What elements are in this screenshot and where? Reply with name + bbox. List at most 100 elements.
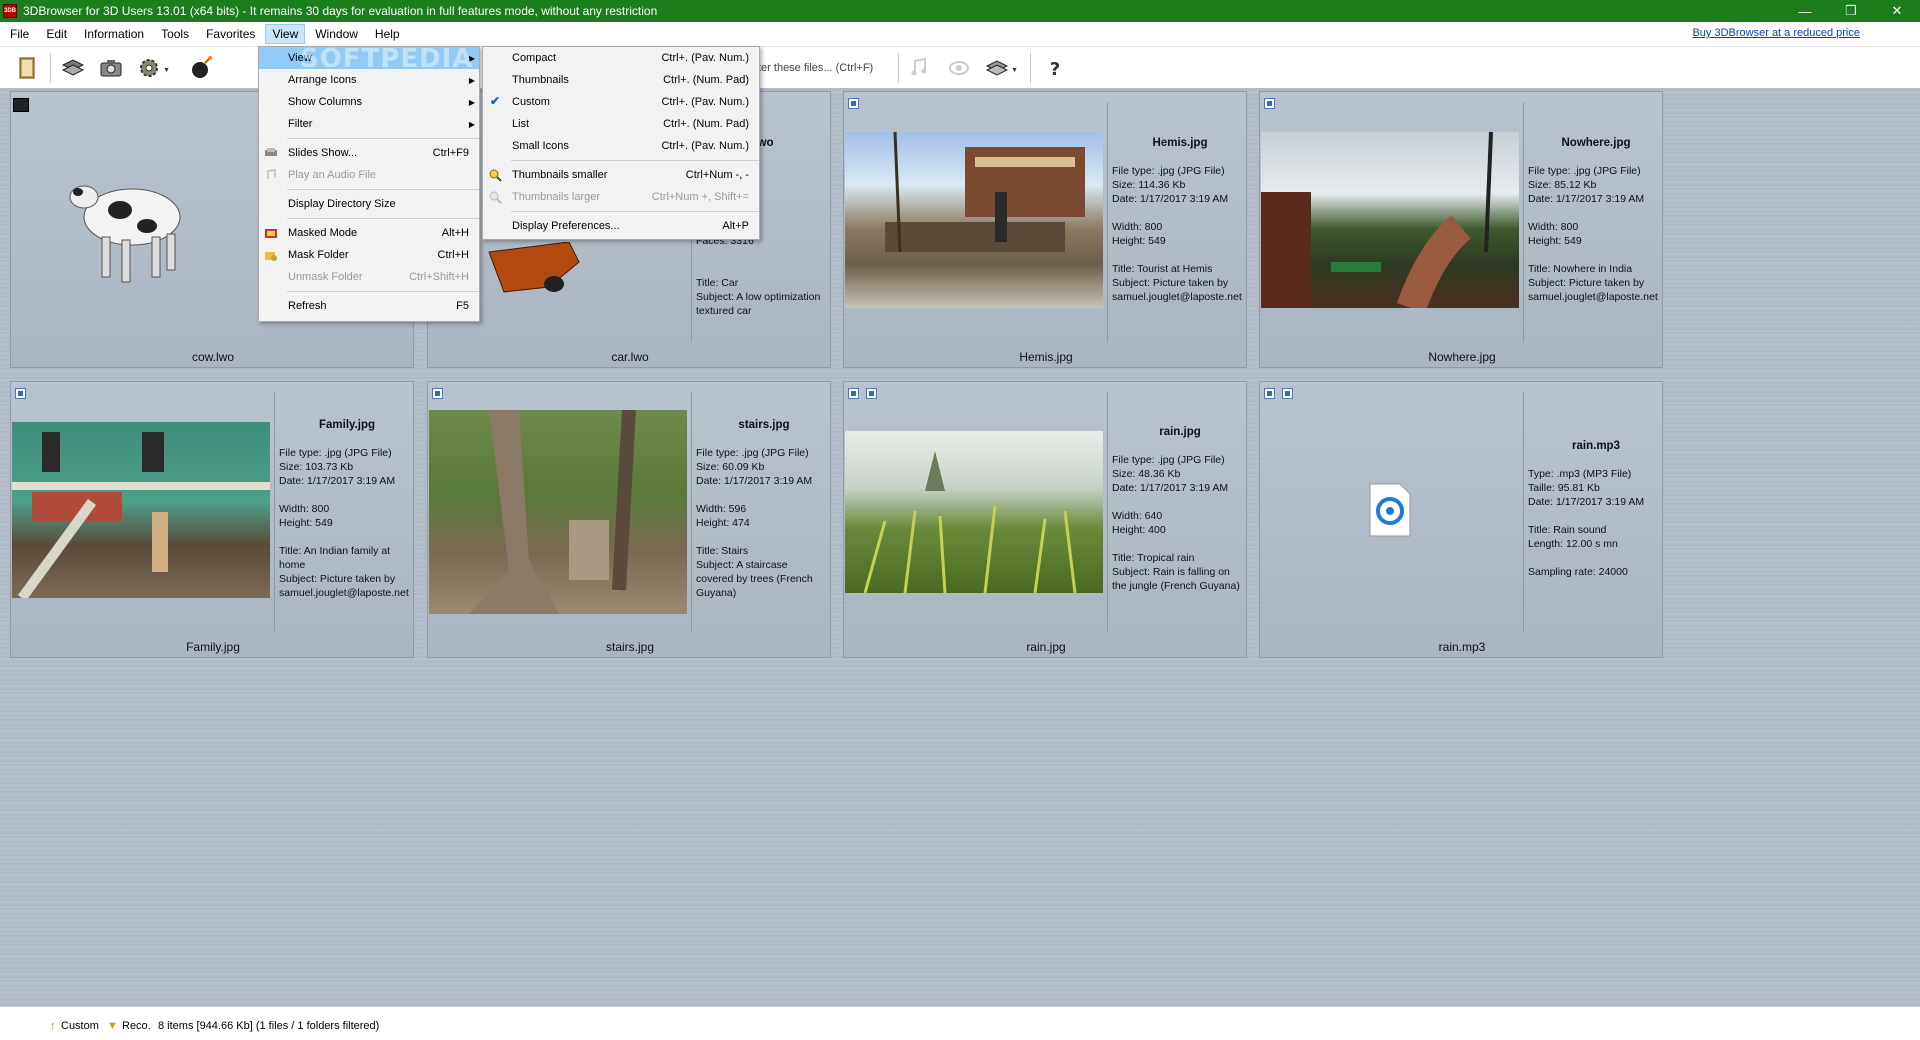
file-info: Nowhere.jpg File type: .jpg (JPG File) S… xyxy=(1528,136,1664,304)
file-info: stairs.jpg File type: .jpg (JPG File) Si… xyxy=(696,418,832,600)
rain-thumbnail xyxy=(845,431,1103,593)
file-info-line: Size: 114.36 Kb xyxy=(1112,179,1186,191)
menu-item-masked-mode[interactable]: Masked Mode Alt+H xyxy=(259,222,479,244)
file-info-line: File type: .jpg (JPG File) xyxy=(696,447,809,459)
menu-item-slides-show[interactable]: Slides Show... Ctrl+F9 xyxy=(259,142,479,164)
menu-item-filter[interactable]: Filter ▶ xyxy=(259,113,479,135)
submenu-item-thumbnails-larger[interactable]: Thumbnails larger Ctrl+Num +, Shift+= xyxy=(483,186,759,208)
file-info: Family.jpg File type: .jpg (JPG File) Si… xyxy=(279,418,415,600)
menu-item-label: Display Directory Size xyxy=(288,198,396,210)
file-info-line: Sampling rate: 24000 xyxy=(1528,566,1628,578)
eye-disabled-icon[interactable] xyxy=(944,53,974,83)
menu-item-shortcut: Ctrl+. (Num. Pad) xyxy=(663,74,749,86)
close-button[interactable]: ✕ xyxy=(1874,0,1920,22)
file-info: rain.jpg File type: .jpg (JPG File) Size… xyxy=(1112,425,1248,593)
submenu-item-custom[interactable]: ✔ Custom Ctrl+. (Pav. Num.) xyxy=(483,91,759,113)
menu-edit[interactable]: Edit xyxy=(39,24,74,44)
menu-help[interactable]: Help xyxy=(368,24,407,44)
menu-item-label: Masked Mode xyxy=(288,227,358,239)
file-info-line: Height: 474 xyxy=(696,517,750,529)
menu-item-label: Compact xyxy=(512,52,557,64)
help-icon[interactable]: ? xyxy=(1040,53,1070,83)
menu-item-refresh[interactable]: Refresh F5 xyxy=(259,295,479,317)
buy-link[interactable]: Buy 3DBrowser at a reduced price xyxy=(1692,27,1860,39)
file-info-line: Title: Car xyxy=(696,277,739,289)
menu-tools[interactable]: Tools xyxy=(154,24,196,44)
svg-text:?: ? xyxy=(1050,59,1060,80)
status-reco[interactable]: Reco. xyxy=(122,1020,151,1032)
slides-icon xyxy=(265,148,277,156)
menu-item-mask-folder[interactable]: Mask Folder Ctrl+H xyxy=(259,244,479,266)
menu-information[interactable]: Information xyxy=(77,24,151,44)
restore-button[interactable]: ❐ xyxy=(1828,0,1874,22)
status-view-mode[interactable]: Custom xyxy=(61,1020,99,1032)
submenu-item-small-icons[interactable]: Small Icons Ctrl+. (Pav. Num.) xyxy=(483,135,759,157)
menu-item-show-columns[interactable]: Show Columns ▶ xyxy=(259,91,479,113)
file-card-stairs[interactable]: stairs.jpg File type: .jpg (JPG File) Si… xyxy=(427,381,831,658)
menu-item-unmask-folder[interactable]: Unmask Folder Ctrl+Shift+H xyxy=(259,266,479,288)
layers-dropdown-icon[interactable]: ▼ xyxy=(982,53,1018,83)
menu-item-label: Mask Folder xyxy=(288,249,349,261)
menu-file[interactable]: File xyxy=(3,24,36,44)
menu-item-shortcut: Alt+P xyxy=(722,220,749,232)
file-info-line: Type: .mp3 (MP3 File) xyxy=(1528,468,1632,480)
file-caption: rain.mp3 xyxy=(1438,640,1486,654)
bomb-icon[interactable] xyxy=(186,53,216,83)
layers-icon[interactable] xyxy=(58,53,88,83)
menu-item-label: Unmask Folder xyxy=(288,271,363,283)
file-card-hemis[interactable]: Hemis.jpg File type: .jpg (JPG File) Siz… xyxy=(843,91,1247,368)
file-info-line: Title: An Indian family at xyxy=(279,545,391,557)
file-info-line: Length: 12.00 s mn xyxy=(1528,538,1618,550)
minimize-button[interactable]: — xyxy=(1782,0,1828,22)
camera-icon[interactable] xyxy=(96,53,126,83)
file-caption: car.lwo xyxy=(611,350,649,364)
file-info-line: Title: Rain sound xyxy=(1528,524,1607,536)
file-info-line: Date: 1/17/2017 3:19 AM xyxy=(1112,193,1229,205)
menu-window[interactable]: Window xyxy=(308,24,365,44)
app-icon[interactable]: 3DB xyxy=(3,4,17,18)
menu-item-shortcut: Ctrl+F9 xyxy=(432,147,469,159)
menu-item-shortcut: Ctrl+. (Num. Pad) xyxy=(663,118,749,130)
book-icon[interactable] xyxy=(12,53,42,83)
image-file-icon xyxy=(848,98,859,109)
watermark: SOFTPEDIA xyxy=(300,44,474,74)
submenu-item-display-preferences[interactable]: Display Preferences... Alt+P xyxy=(483,215,759,237)
info-divider xyxy=(1523,102,1524,342)
menu-item-label: Thumbnails larger xyxy=(512,191,601,203)
file-info-line: File type: .jpg (JPG File) xyxy=(1112,165,1225,177)
file-info-name: rain.mp3 xyxy=(1572,440,1620,452)
submenu-item-list[interactable]: List Ctrl+. (Num. Pad) xyxy=(483,113,759,135)
audio-disabled-icon[interactable] xyxy=(905,53,935,83)
submenu-item-thumbnails[interactable]: Thumbnails Ctrl+. (Num. Pad) xyxy=(483,69,759,91)
file-info-name: rain.jpg xyxy=(1159,426,1201,438)
menu-item-play-audio[interactable]: Play an Audio File xyxy=(259,164,479,186)
family-thumbnail xyxy=(12,422,270,598)
menu-item-shortcut: Ctrl+. (Pav. Num.) xyxy=(661,140,749,152)
hemis-thumbnail xyxy=(845,132,1103,308)
file-info-line: Subject: A staircase xyxy=(696,559,788,571)
file-card-rain-mp3[interactable]: rain.mp3 Type: .mp3 (MP3 File) Taille: 9… xyxy=(1259,381,1663,658)
file-info-line: samuel.jouglet@laposte.net xyxy=(1528,291,1658,303)
gear-icon[interactable]: ▼ xyxy=(134,53,170,83)
info-divider xyxy=(1107,392,1108,632)
file-info-line: Size: 60.09 Kb xyxy=(696,461,765,473)
menu-item-label: Filter xyxy=(288,118,313,130)
menu-favorites[interactable]: Favorites xyxy=(199,24,262,44)
menu-item-shortcut: Ctrl+. (Pav. Num.) xyxy=(661,96,749,108)
file-card-nowhere[interactable]: Nowhere.jpg File type: .jpg (JPG File) S… xyxy=(1259,91,1663,368)
menu-item-display-directory-size[interactable]: Display Directory Size xyxy=(259,193,479,215)
file-info-line: Subject: Picture taken by xyxy=(1528,277,1645,289)
menu-item-label: Show Columns xyxy=(288,96,362,108)
file-info-line: textured car xyxy=(696,305,752,317)
submenu-item-thumbnails-smaller[interactable]: Thumbnails smaller Ctrl+Num -, - xyxy=(483,164,759,186)
file-info-line: Date: 1/17/2017 3:19 AM xyxy=(1528,193,1645,205)
filter-files-hint[interactable]: ter these files... (Ctrl+F) xyxy=(758,62,873,74)
file-card-family[interactable]: Family.jpg File type: .jpg (JPG File) Si… xyxy=(10,381,414,658)
menu-view[interactable]: View xyxy=(265,24,306,44)
file-info-line: Height: 400 xyxy=(1112,524,1166,536)
menu-item-label: Thumbnails xyxy=(512,74,569,86)
view-mode-icon: ↑ xyxy=(50,1020,56,1032)
submenu-item-compact[interactable]: Compact Ctrl+. (Pav. Num.) xyxy=(483,47,759,69)
info-divider xyxy=(691,392,692,632)
file-card-rain-jpg[interactable]: rain.jpg File type: .jpg (JPG File) Size… xyxy=(843,381,1247,658)
